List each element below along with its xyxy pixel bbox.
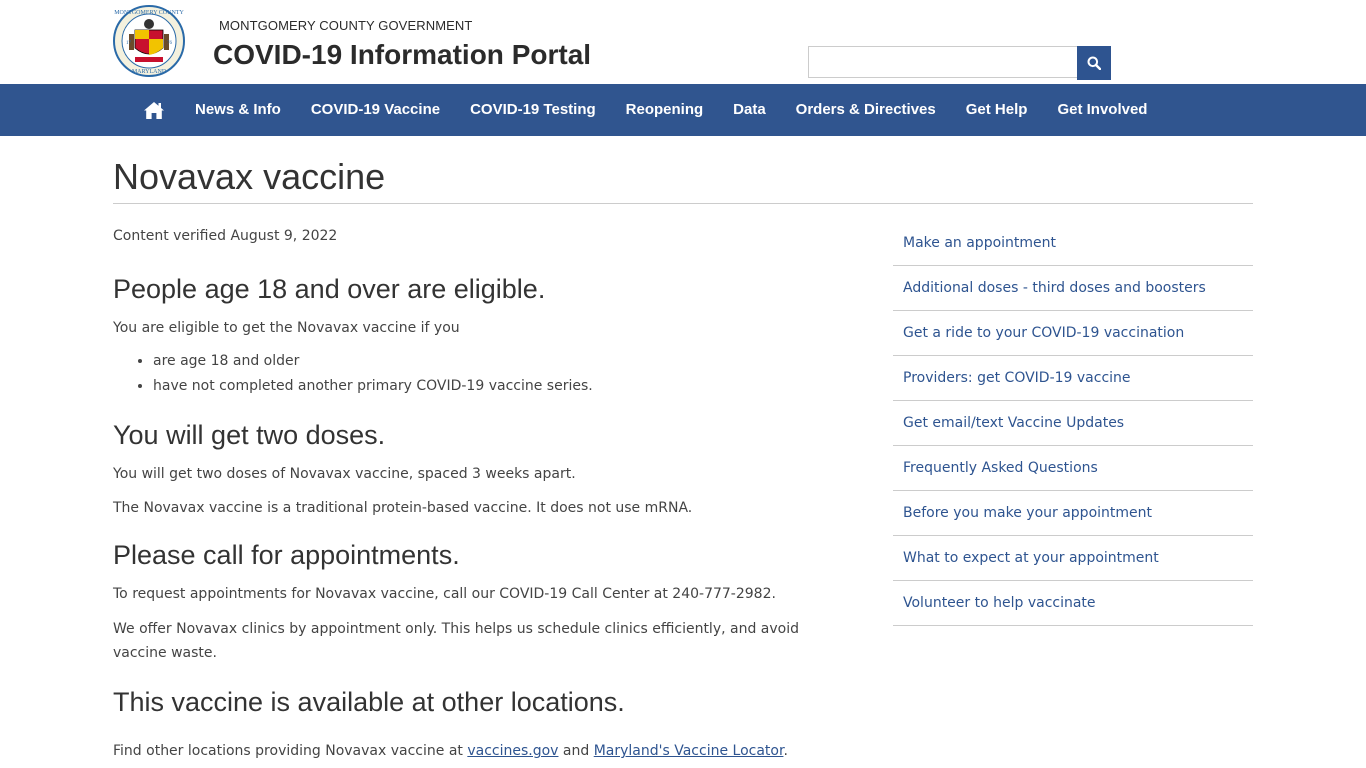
locations-paragraph: Find other locations providing Novavax v… xyxy=(113,739,833,763)
heading-two-doses: You will get two doses. xyxy=(113,420,386,450)
site-title[interactable]: COVID-19 Information Portal xyxy=(213,39,591,71)
eligibility-intro: You are eligible to get the Novavax vacc… xyxy=(113,320,460,336)
seal-year-left: 17 xyxy=(126,41,132,46)
sidebar-item-email-updates[interactable]: Get email/text Vaccine Updates xyxy=(893,401,1253,446)
nav-get-involved[interactable]: Get Involved xyxy=(1042,84,1162,136)
maryland-vaccine-locator-link[interactable]: Maryland's Vaccine Locator xyxy=(594,743,784,759)
title-divider xyxy=(113,203,1253,204)
call-paragraph-1: To request appointments for Novavax vacc… xyxy=(113,586,776,602)
search-icon xyxy=(1087,56,1101,70)
eligibility-list: are age 18 and older have not completed … xyxy=(113,349,833,399)
search-button[interactable] xyxy=(1077,46,1111,80)
sidebar-item-get-ride[interactable]: Get a ride to your COVID-19 vaccination xyxy=(893,311,1253,356)
sidebar-item-faq[interactable]: Frequently Asked Questions xyxy=(893,446,1253,491)
home-icon xyxy=(144,101,164,119)
call-paragraph-2: We offer Novavax clinics by appointment … xyxy=(113,621,800,661)
nav-data[interactable]: Data xyxy=(718,84,781,136)
content-verified-date: Content verified August 9, 2022 xyxy=(113,228,338,244)
heading-call-appointments: Please call for appointments. xyxy=(113,540,460,570)
sidebar-links: Make an appointment Additional doses - t… xyxy=(893,220,1253,626)
doses-paragraph-2: The Novavax vaccine is a traditional pro… xyxy=(113,500,693,516)
doses-paragraph-1: You will get two doses of Novavax vaccin… xyxy=(113,466,576,482)
sidebar-item-providers[interactable]: Providers: get COVID-19 vaccine xyxy=(893,356,1253,401)
county-seal-logo[interactable]: MONTGOMERY COUNTY MARYLAND 17 76 xyxy=(113,4,185,78)
list-item: are age 18 and older xyxy=(153,349,833,374)
vaccines-gov-link[interactable]: vaccines.gov xyxy=(467,743,558,759)
locations-text-prefix: Find other locations providing Novavax v… xyxy=(113,743,468,759)
sidebar-item-volunteer[interactable]: Volunteer to help vaccinate xyxy=(893,581,1253,626)
nav-get-help[interactable]: Get Help xyxy=(951,84,1043,136)
sidebar-item-additional-doses[interactable]: Additional doses - third doses and boost… xyxy=(893,266,1253,311)
search-input[interactable] xyxy=(808,46,1079,78)
sidebar-item-make-appointment[interactable]: Make an appointment xyxy=(893,220,1253,266)
sidebar-item-before-appointment[interactable]: Before you make your appointment xyxy=(893,491,1253,536)
nav-orders-directives[interactable]: Orders & Directives xyxy=(781,84,951,136)
list-item: have not completed another primary COVID… xyxy=(153,374,833,399)
seal-year-right: 76 xyxy=(167,41,173,46)
org-name: MONTGOMERY COUNTY GOVERNMENT xyxy=(219,18,473,33)
heading-other-locations: This vaccine is available at other locat… xyxy=(113,687,625,717)
seal-text-top: MONTGOMERY COUNTY xyxy=(114,10,184,16)
heading-eligibility: People age 18 and over are eligible. xyxy=(113,274,546,304)
nav-covid-vaccine[interactable]: COVID-19 Vaccine xyxy=(296,84,455,136)
nav-covid-testing[interactable]: COVID-19 Testing xyxy=(455,84,611,136)
seal-text-bottom: MARYLAND xyxy=(132,69,167,75)
locations-text-suffix: . xyxy=(783,743,788,759)
main-nav: News & Info COVID-19 Vaccine COVID-19 Te… xyxy=(0,84,1366,136)
locations-text-and: and xyxy=(558,743,594,759)
nav-home-link[interactable] xyxy=(128,84,180,136)
main-content: Content verified August 9, 2022 People a… xyxy=(113,224,833,763)
page-title: Novavax vaccine xyxy=(113,156,386,197)
nav-news-info[interactable]: News & Info xyxy=(180,84,296,136)
site-header: MONTGOMERY COUNTY MARYLAND 17 76 MONTGOM… xyxy=(0,0,1366,84)
nav-reopening[interactable]: Reopening xyxy=(611,84,719,136)
sidebar-item-what-to-expect[interactable]: What to expect at your appointment xyxy=(893,536,1253,581)
